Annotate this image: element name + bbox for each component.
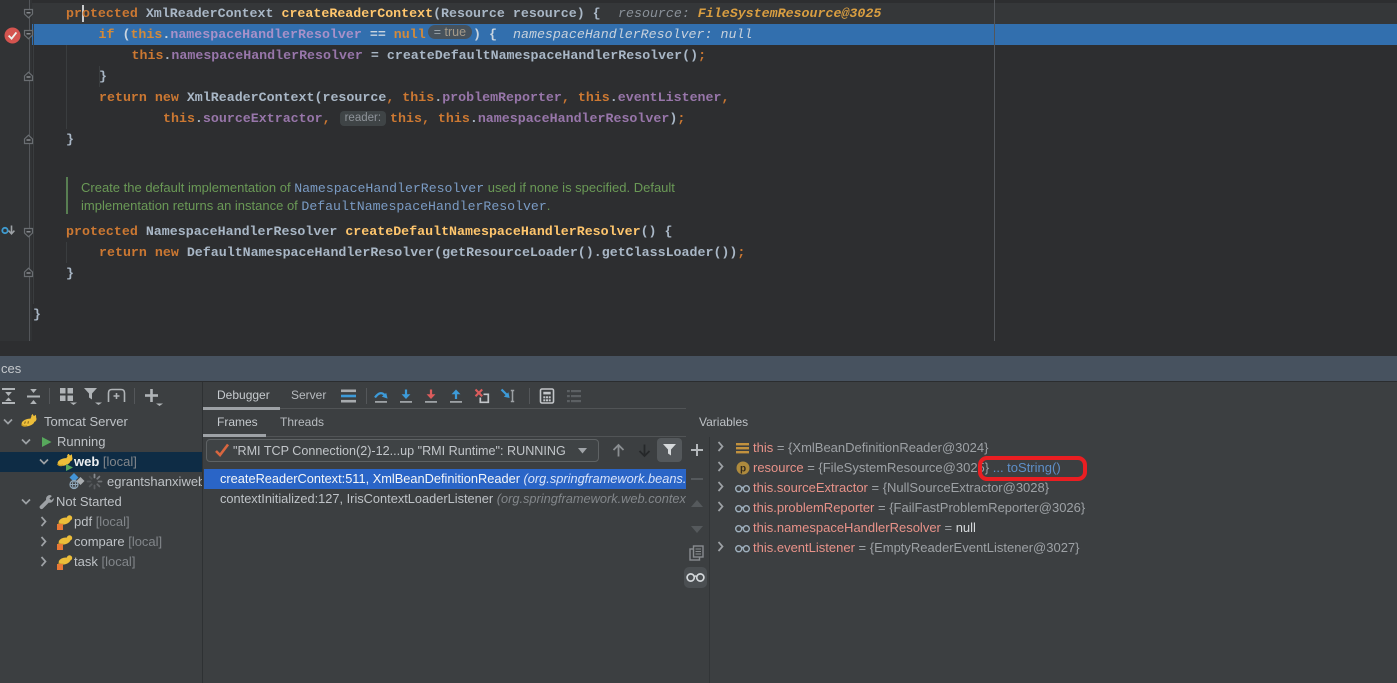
svg-text:p: p [740,464,746,475]
